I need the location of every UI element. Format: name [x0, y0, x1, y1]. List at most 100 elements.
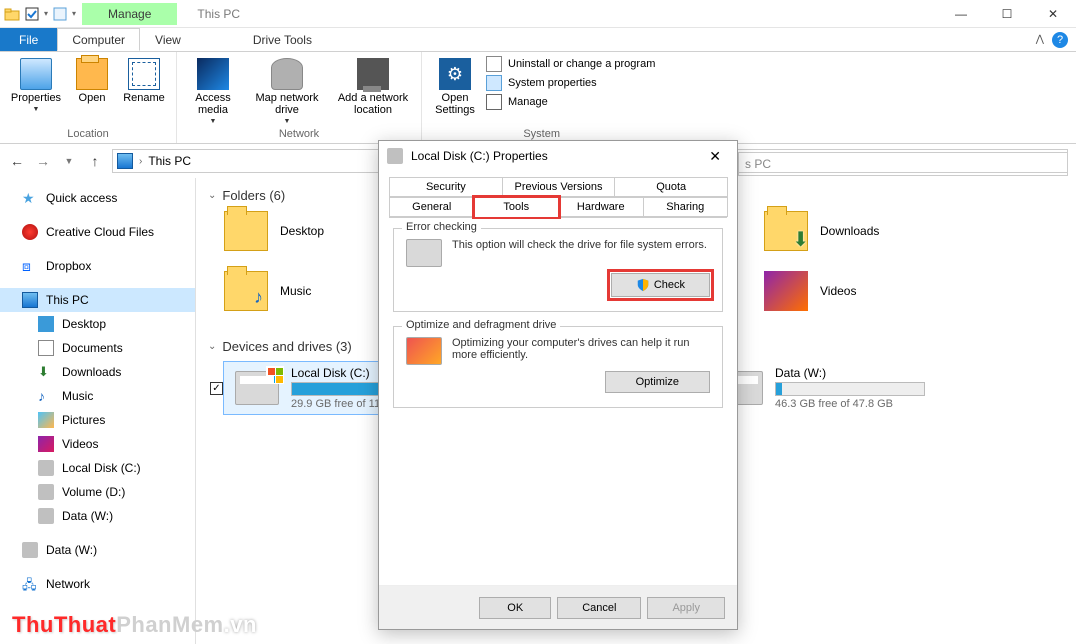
ribbon-tabs: File Computer View Drive Tools ⋀ ? — [0, 28, 1076, 52]
map-drive-icon — [271, 58, 303, 90]
dialog-tabs-row2: General Tools Hardware Sharing — [389, 197, 727, 218]
folder-videos[interactable]: Videos — [764, 271, 1014, 311]
sidebar-item-pictures[interactable]: Pictures — [0, 408, 195, 432]
error-checking-text: This option will check the drive for fil… — [452, 239, 710, 251]
sidebar-item-local-disk-c[interactable]: Local Disk (C:) — [0, 456, 195, 480]
qat-dropdown-icon[interactable]: ▾ — [44, 9, 48, 18]
sidebar-item-creative-cloud[interactable]: Creative Cloud Files — [0, 220, 195, 244]
open-settings-label: Open Settings — [428, 92, 482, 116]
defrag-icon — [406, 337, 442, 365]
sidebar-item-quick-access[interactable]: ★Quick access — [0, 186, 195, 210]
sidebar-item-label: Quick access — [46, 191, 117, 205]
maximize-button[interactable]: ☐ — [984, 0, 1030, 28]
tab-computer[interactable]: Computer — [57, 28, 140, 51]
sidebar-item-label: Network — [46, 577, 90, 591]
properties-button[interactable]: Properties ▼ — [6, 54, 66, 113]
check-button[interactable]: Check — [611, 273, 710, 297]
tab-previous-versions[interactable]: Previous Versions — [502, 177, 616, 197]
sidebar-item-label: Data (W:) — [62, 509, 113, 523]
windows-logo-icon — [266, 366, 284, 384]
rename-icon — [128, 58, 160, 90]
checkbox-icon[interactable] — [24, 6, 40, 22]
close-button[interactable]: ✕ — [1030, 0, 1076, 28]
group-label-location: Location — [6, 126, 170, 143]
tab-sharing[interactable]: Sharing — [643, 197, 729, 217]
recent-dropdown-icon[interactable]: ▼ — [60, 156, 78, 166]
error-checking-legend: Error checking — [402, 221, 481, 233]
dropbox-icon: ⧈ — [22, 258, 38, 274]
sidebar-item-downloads[interactable]: ⬇Downloads — [0, 360, 195, 384]
qat-dropdown2-icon[interactable]: ▾ — [72, 9, 76, 18]
optimize-button[interactable]: Optimize — [605, 371, 710, 393]
ribbon: Properties ▼ Open Rename Location Access… — [0, 52, 1076, 144]
sidebar-item-label: Local Disk (C:) — [62, 461, 141, 475]
properties-icon[interactable] — [52, 6, 68, 22]
disk-icon — [38, 460, 54, 476]
sidebar-item-music[interactable]: ♪Music — [0, 384, 195, 408]
sidebar-item-this-pc[interactable]: This PC — [0, 288, 195, 312]
add-network-location-button[interactable]: Add a network location — [331, 54, 415, 116]
disk-icon — [387, 148, 403, 164]
dialog-close-button[interactable]: ✕ — [701, 144, 729, 169]
sidebar-item-volume-d[interactable]: Volume (D:) — [0, 480, 195, 504]
sidebar-item-desktop[interactable]: Desktop — [0, 312, 195, 336]
sidebar-item-data-w[interactable]: Data (W:) — [0, 504, 195, 528]
back-button[interactable]: ← — [8, 153, 26, 169]
manage-context-tab[interactable]: Manage — [82, 3, 177, 25]
help-icon[interactable]: ? — [1052, 32, 1068, 48]
music-icon: ♪ — [38, 388, 54, 404]
forward-button[interactable]: → — [34, 153, 52, 169]
chevron-right-icon: › — [139, 156, 142, 167]
access-media-button[interactable]: Access media ▼ — [183, 54, 243, 125]
titlebar: ▾ ▾ Manage This PC — ☐ ✕ — [0, 0, 1076, 28]
sys-props-icon — [486, 75, 502, 91]
tab-quota[interactable]: Quota — [614, 177, 728, 197]
sidebar-item-dropbox[interactable]: ⧈Dropbox — [0, 254, 195, 278]
watermark: ThuThuatPhanMem.vn — [12, 612, 257, 638]
tab-general[interactable]: General — [389, 197, 475, 217]
tab-hardware[interactable]: Hardware — [558, 197, 644, 217]
rename-button[interactable]: Rename — [118, 54, 170, 104]
search-box[interactable]: s PC — [738, 152, 1068, 176]
manage-button[interactable]: Manage — [486, 94, 655, 110]
dialog-body: Error checking This option will check th… — [379, 218, 737, 585]
sidebar-item-videos[interactable]: Videos — [0, 432, 195, 456]
sidebar-item-label: Documents — [62, 341, 123, 355]
sidebar-item-network[interactable]: 🖧Network — [0, 572, 195, 596]
open-settings-button[interactable]: ⚙ Open Settings — [428, 54, 482, 116]
collapse-ribbon-icon[interactable]: ⋀ — [1036, 34, 1044, 45]
add-network-label: Add a network location — [331, 92, 415, 116]
map-drive-button[interactable]: Map network drive ▼ — [247, 54, 327, 125]
sidebar-item-documents[interactable]: Documents — [0, 336, 195, 360]
sidebar-item-label: This PC — [46, 293, 89, 307]
pictures-icon — [38, 412, 54, 428]
tab-view[interactable]: View — [140, 28, 196, 51]
tab-tools[interactable]: Tools — [474, 197, 560, 217]
minimize-button[interactable]: — — [938, 0, 984, 28]
videos-folder-icon — [764, 271, 808, 311]
watermark-part-c: .vn — [224, 612, 257, 637]
sidebar-item-data-w-net[interactable]: Data (W:) — [0, 538, 195, 562]
map-drive-label: Map network drive — [247, 92, 327, 116]
quick-access-toolbar: ▾ ▾ — [0, 6, 80, 22]
disk-icon — [22, 542, 38, 558]
tab-drive-tools[interactable]: Drive Tools — [238, 28, 327, 51]
up-button[interactable]: ↑ — [86, 153, 104, 169]
tab-security[interactable]: Security — [389, 177, 503, 197]
optimize-group: Optimize and defragment drive Optimizing… — [393, 326, 723, 408]
tab-file[interactable]: File — [0, 28, 57, 51]
properties-icon — [20, 58, 52, 90]
videos-icon — [38, 436, 54, 452]
system-properties-button[interactable]: System properties — [486, 75, 655, 91]
apply-button[interactable]: Apply — [647, 597, 725, 619]
ok-button[interactable]: OK — [479, 597, 551, 619]
disk-icon — [38, 484, 54, 500]
uninstall-button[interactable]: Uninstall or change a program — [486, 56, 655, 72]
storage-bar-fill — [776, 383, 782, 395]
network-location-icon — [357, 58, 389, 90]
chevron-down-icon: ▼ — [210, 118, 217, 125]
sidebar-item-label: Videos — [62, 437, 98, 451]
media-icon — [197, 58, 229, 90]
cancel-button[interactable]: Cancel — [557, 597, 641, 619]
open-button[interactable]: Open — [70, 54, 114, 104]
